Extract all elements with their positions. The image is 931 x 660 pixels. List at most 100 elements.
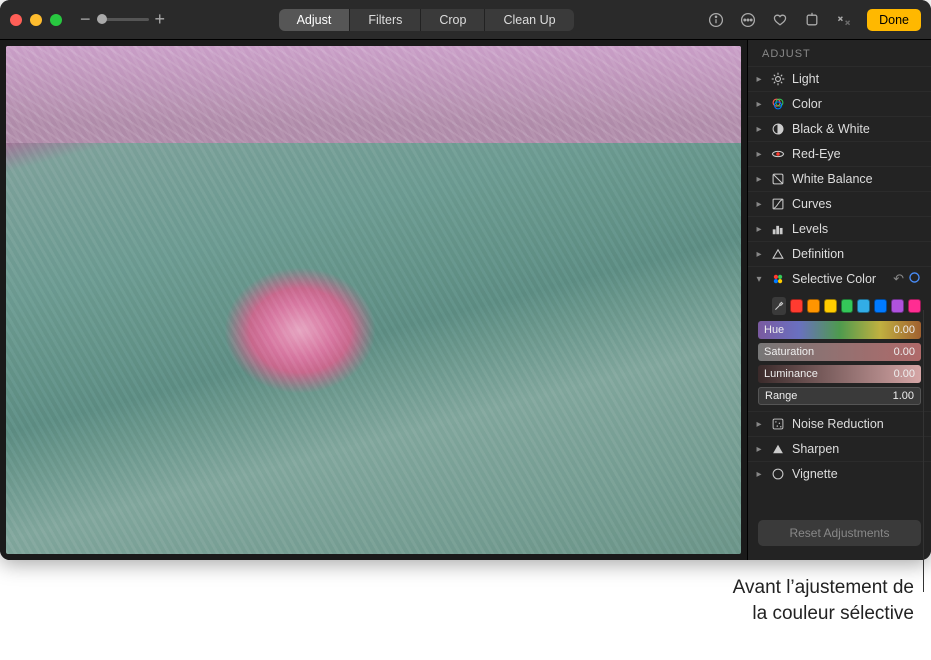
slider-value: 0.00 xyxy=(894,346,915,358)
reset-adjustments-button[interactable]: Reset Adjustments xyxy=(758,520,921,546)
zoom-control: − + xyxy=(80,9,165,30)
adj-color[interactable]: ▸ Color xyxy=(748,91,931,116)
titlebar: − + Adjust Filters Crop Clean Up xyxy=(0,0,931,40)
luminance-slider[interactable]: Luminance0.00 xyxy=(758,365,921,383)
swatch-blue[interactable] xyxy=(874,299,887,313)
adj-label: Selective Color xyxy=(792,272,887,286)
adj-label: Vignette xyxy=(792,467,921,481)
chevron-down-icon: ▾ xyxy=(754,274,764,285)
adj-label: Noise Reduction xyxy=(792,417,921,431)
extensions-icon[interactable] xyxy=(803,11,821,29)
swatch-teal[interactable] xyxy=(857,299,870,313)
eyedropper-button[interactable] xyxy=(772,297,786,315)
slider-value: 1.00 xyxy=(893,390,914,402)
chevron-right-icon: ▸ xyxy=(754,419,764,430)
adj-bw[interactable]: ▸ Black & White xyxy=(748,116,931,141)
adj-label: Black & White xyxy=(792,122,921,136)
adj-wb[interactable]: ▸ White Balance xyxy=(748,166,931,191)
slider-label: Range xyxy=(765,390,893,402)
adj-noise[interactable]: ▸ Noise Reduction xyxy=(748,411,931,436)
close-window-button[interactable] xyxy=(10,14,22,26)
swatch-yellow[interactable] xyxy=(824,299,837,313)
slider-label: Hue xyxy=(764,324,894,336)
more-icon[interactable] xyxy=(739,11,757,29)
color-swatches xyxy=(748,291,931,319)
tab-crop[interactable]: Crop xyxy=(421,9,485,31)
info-icon[interactable] xyxy=(707,11,725,29)
adj-label: Color xyxy=(792,97,921,111)
tab-adjust[interactable]: Adjust xyxy=(279,9,351,31)
levels-icon xyxy=(770,221,786,237)
favorite-icon[interactable] xyxy=(771,11,789,29)
swatch-red[interactable] xyxy=(790,299,803,313)
annotation-caption: Avant l’ajustement de la couleur sélecti… xyxy=(0,575,920,626)
eye-icon xyxy=(770,146,786,162)
zoom-out-icon[interactable]: − xyxy=(80,9,91,30)
adj-levels[interactable]: ▸ Levels xyxy=(748,216,931,241)
photos-edit-window: − + Adjust Filters Crop Clean Up xyxy=(0,0,931,560)
definition-icon xyxy=(770,246,786,262)
contrast-icon xyxy=(770,121,786,137)
chevron-right-icon: ▸ xyxy=(754,149,764,160)
hue-slider[interactable]: Hue0.00 xyxy=(758,321,921,339)
tab-filters[interactable]: Filters xyxy=(350,9,421,31)
color-rings-icon xyxy=(770,96,786,112)
selective-color-sliders: Hue0.00 Saturation0.00 Luminance0.00 Ran… xyxy=(748,319,931,411)
adj-light[interactable]: ▸ Light xyxy=(748,66,931,91)
chevron-right-icon: ▸ xyxy=(754,249,764,260)
chevron-right-icon: ▸ xyxy=(754,224,764,235)
zoom-slider[interactable] xyxy=(97,18,149,21)
undo-icon[interactable]: ↶ xyxy=(893,271,904,287)
zoom-slider-knob[interactable] xyxy=(97,14,107,24)
sharpen-icon xyxy=(770,441,786,457)
chevron-right-icon: ▸ xyxy=(754,199,764,210)
chevron-right-icon: ▸ xyxy=(754,174,764,185)
saturation-slider[interactable]: Saturation0.00 xyxy=(758,343,921,361)
adj-label: Definition xyxy=(792,247,921,261)
zoom-in-icon[interactable]: + xyxy=(155,9,166,30)
photo-canvas[interactable] xyxy=(0,40,747,560)
window-controls xyxy=(10,14,62,26)
slider-label: Luminance xyxy=(764,368,894,380)
white-balance-icon xyxy=(770,171,786,187)
chevron-right-icon: ▸ xyxy=(754,74,764,85)
swatch-green[interactable] xyxy=(841,299,854,313)
adj-label: Light xyxy=(792,72,921,86)
curves-icon xyxy=(770,196,786,212)
adj-definition[interactable]: ▸ Definition xyxy=(748,241,931,266)
photo-preview xyxy=(6,46,741,554)
swatch-purple[interactable] xyxy=(891,299,904,313)
adj-label: Red-Eye xyxy=(792,147,921,161)
fullscreen-window-button[interactable] xyxy=(50,14,62,26)
swatch-orange[interactable] xyxy=(807,299,820,313)
sidebar-title: ADJUST xyxy=(748,40,931,66)
toolbar-right: Done xyxy=(707,9,921,31)
chevron-right-icon: ▸ xyxy=(754,124,764,135)
minimize-window-button[interactable] xyxy=(30,14,42,26)
sun-icon xyxy=(770,71,786,87)
swatch-magenta[interactable] xyxy=(908,299,921,313)
chevron-right-icon: ▸ xyxy=(754,99,764,110)
tab-cleanup[interactable]: Clean Up xyxy=(485,9,573,31)
adj-curves[interactable]: ▸ Curves xyxy=(748,191,931,216)
adj-sharpen[interactable]: ▸ Sharpen xyxy=(748,436,931,461)
done-button[interactable]: Done xyxy=(867,9,921,31)
chevron-right-icon: ▸ xyxy=(754,444,764,455)
adj-vignette[interactable]: ▸ Vignette xyxy=(748,461,931,486)
slider-value: 0.00 xyxy=(894,324,915,336)
adjust-sidebar: ADJUST ▸ Light ▸ Color ▸ Black & White ▸… xyxy=(747,40,931,560)
edit-mode-tabs: Adjust Filters Crop Clean Up xyxy=(279,9,574,31)
enable-toggle[interactable] xyxy=(908,271,921,287)
slider-value: 0.00 xyxy=(894,368,915,380)
chevron-right-icon: ▸ xyxy=(754,469,764,480)
range-slider[interactable]: Range1.00 xyxy=(758,387,921,405)
vignette-icon xyxy=(770,466,786,482)
adj-selective-color[interactable]: ▾ Selective Color ↶ xyxy=(748,266,931,291)
adj-label: Curves xyxy=(792,197,921,211)
slider-label: Saturation xyxy=(764,346,894,358)
adj-label: Sharpen xyxy=(792,442,921,456)
compare-icon[interactable] xyxy=(835,11,853,29)
adj-label: White Balance xyxy=(792,172,921,186)
noise-icon xyxy=(770,416,786,432)
adj-redeye[interactable]: ▸ Red-Eye xyxy=(748,141,931,166)
